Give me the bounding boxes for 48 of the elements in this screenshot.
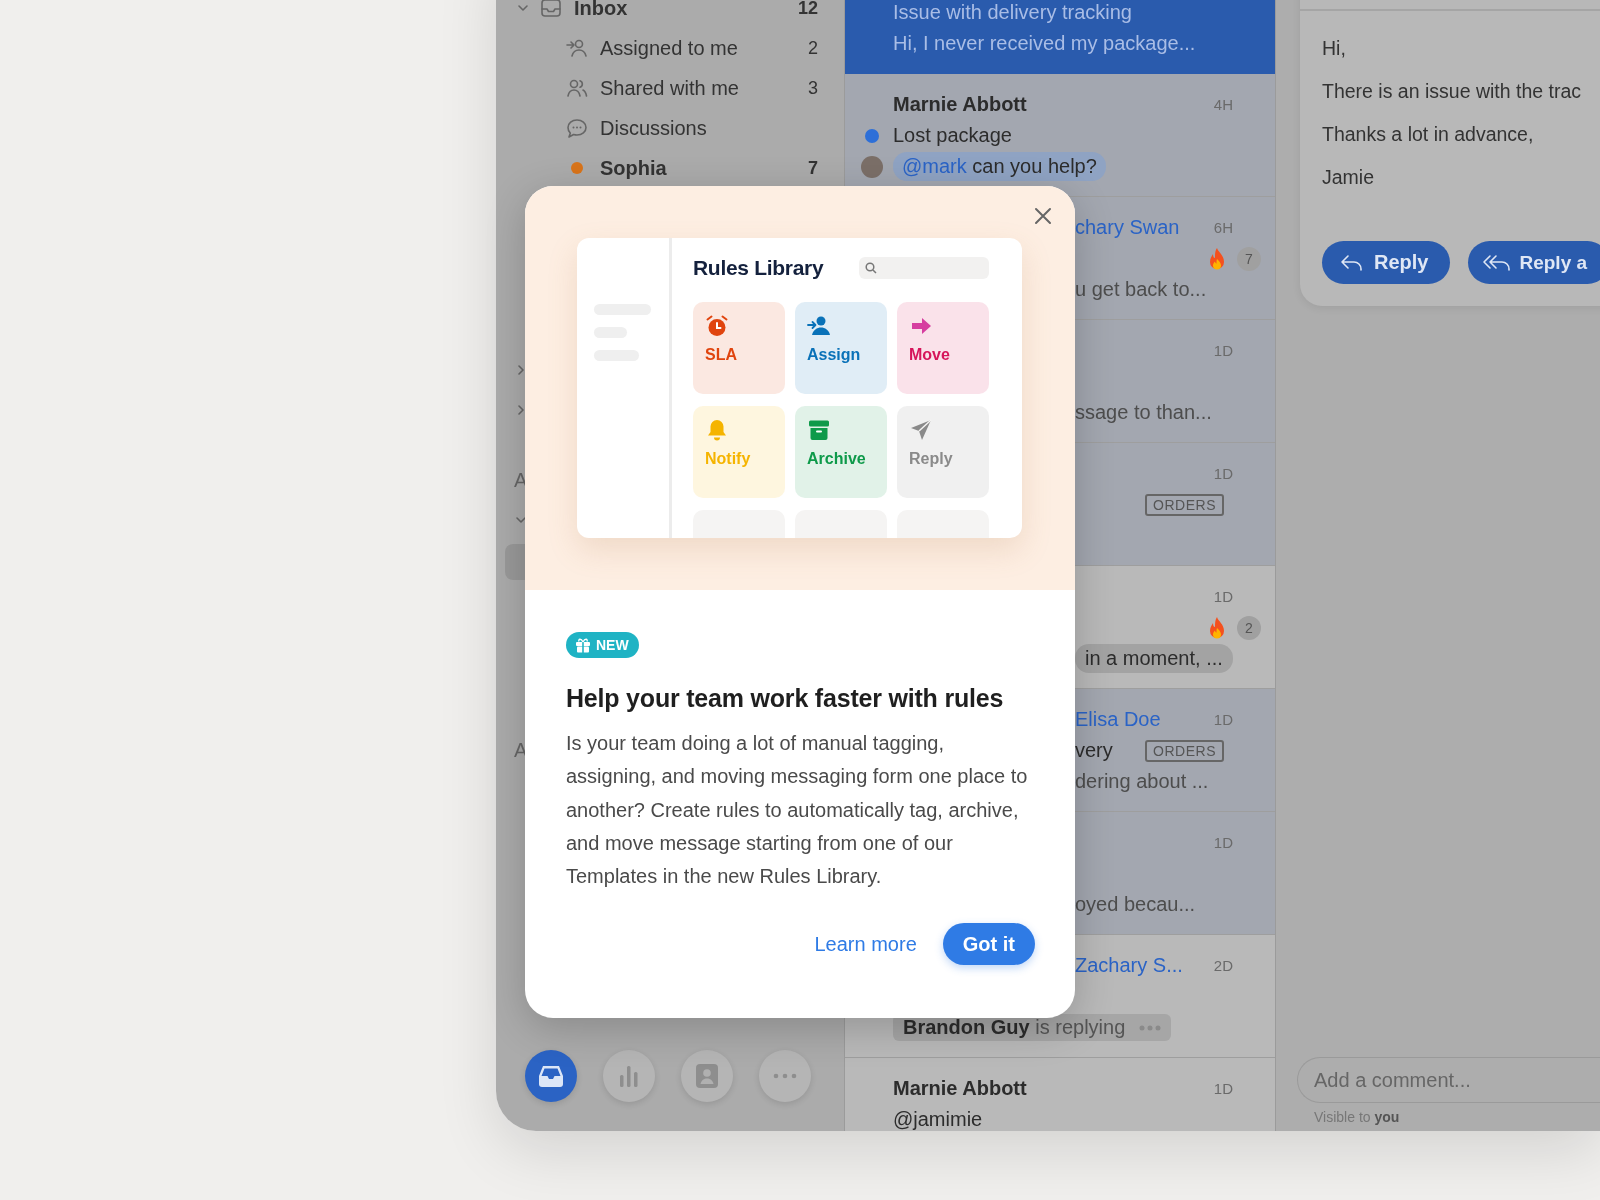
time-label: 2D [1213, 957, 1233, 974]
time-label: 1D [1213, 465, 1233, 482]
rule-label: Reply [909, 450, 953, 468]
comment-bubble: @mark can you help? [893, 152, 1106, 181]
sender-name: Marnie Abbott [893, 1077, 1027, 1100]
preview-text: oyed becau... [1075, 893, 1196, 916]
preview-text: dering about ... [1075, 770, 1209, 793]
time-label: 1D [1213, 711, 1233, 728]
time-label: 1D [1213, 342, 1233, 359]
tag-label: ORDERS [1145, 739, 1224, 762]
sender-name: chary Swan [1075, 216, 1180, 239]
message-text: Hi, [1322, 36, 1347, 61]
subject-text: very [1075, 739, 1113, 762]
rule-label: SLA [705, 346, 737, 364]
message-text: Jamie [1322, 165, 1376, 190]
subject-text: Lost package [893, 124, 1012, 147]
time-label: 1D [1213, 588, 1233, 605]
tag-label: ORDERS [1145, 493, 1224, 516]
rule-label: Notify [705, 450, 751, 468]
dialog-body-text: Is your team doing a lot of manual tagging, assigning, and moving messaging form one place to another? Create rules to automatically tag, archive, and move message starting from one of our Templates in the new Rules Library. [566, 731, 1028, 890]
message-text: Thanks a lot in advance, [1322, 122, 1535, 147]
count-label: 7 [808, 157, 818, 179]
subject-text: Issue with delivery tracking [893, 1, 1132, 24]
library-title: Rules Library [693, 256, 824, 280]
preview-text: ssage to than... [1075, 401, 1212, 424]
rule-label: Move [909, 346, 950, 364]
time-label: 6H [1213, 219, 1233, 236]
preview-text: u get back to... [1075, 278, 1207, 301]
time-label: 1D [1213, 1080, 1233, 1097]
count-label: 12 [797, 0, 818, 19]
time-label: 1D [1213, 834, 1233, 851]
new-badge: NEW [566, 632, 639, 658]
time-label: 4H [1213, 96, 1233, 113]
rule-label: Archive [807, 450, 866, 468]
comment-bubble: in a moment, ... [1075, 644, 1233, 673]
preview-text: Hi, I never received my package... [893, 32, 1196, 55]
count-badge: 2 [1237, 615, 1261, 640]
count-label: 3 [808, 77, 818, 99]
subject-text: @jamimie [893, 1108, 983, 1131]
dialog-title: Help your team work faster with rules [566, 684, 1005, 713]
sender-name: Elisa Doe [1075, 708, 1161, 731]
rule-label: Assign [807, 346, 861, 364]
count-label: 2 [808, 37, 818, 59]
typing-text: Brandon Guy is replying [903, 1016, 1126, 1039]
sender-name: Marnie Abbott [893, 93, 1027, 116]
sender-name: Zachary S... [1075, 954, 1183, 977]
message-text: There is an issue with the trac [1322, 79, 1583, 104]
count-badge: 7 [1237, 246, 1261, 271]
